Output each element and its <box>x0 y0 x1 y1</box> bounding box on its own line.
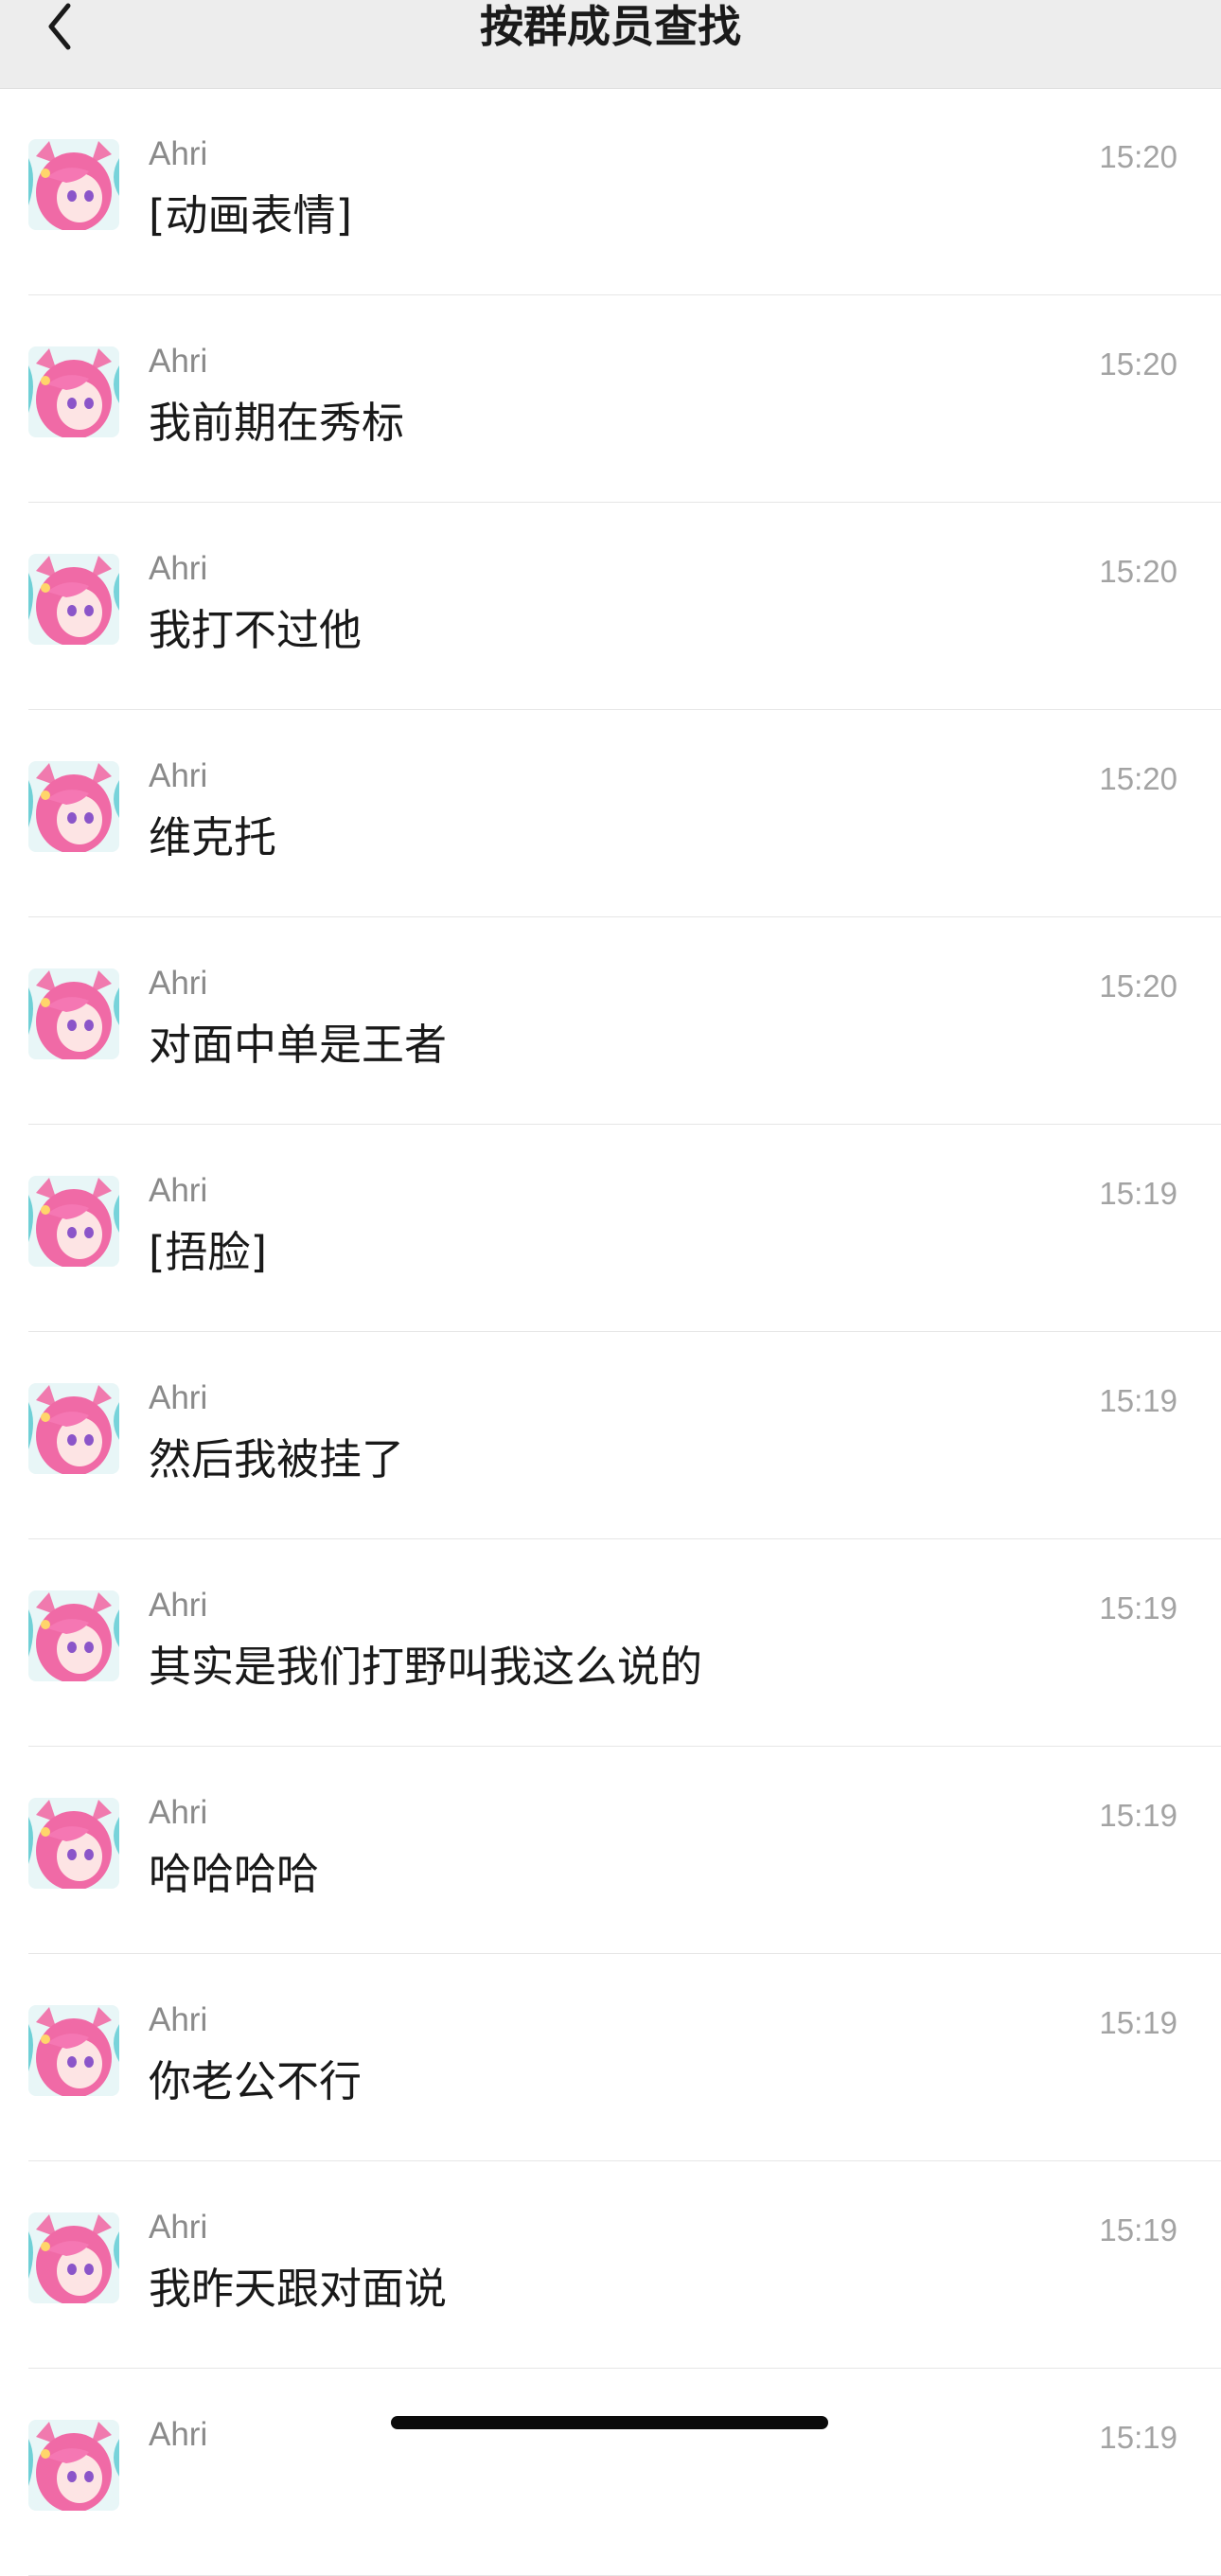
message-row[interactable]: Ahri 维克托 15:20 <box>0 710 1221 917</box>
avatar[interactable] <box>28 139 119 230</box>
message-text: [捂脸] <box>149 1227 268 1277</box>
message-text: 哈哈哈哈 <box>149 1849 320 1899</box>
sender-name: Ahri <box>149 1172 208 1209</box>
message-time: 15:19 <box>1099 2420 1177 2455</box>
message-text: 我打不过他 <box>149 605 363 655</box>
avatar[interactable] <box>28 554 119 645</box>
avatar[interactable] <box>28 1590 119 1681</box>
avatar[interactable] <box>28 1383 119 1474</box>
sender-name: Ahri <box>149 2001 208 2038</box>
message-row[interactable]: Ahri 你老公不行 15:19 <box>0 1954 1221 2161</box>
page-title: 按群成员查找 <box>480 1 741 52</box>
message-time: 15:19 <box>1099 1798 1177 1833</box>
message-time: 15:20 <box>1099 139 1177 174</box>
avatar[interactable] <box>28 761 119 852</box>
sender-name: Ahri <box>149 2416 208 2453</box>
message-time: 15:20 <box>1099 761 1177 796</box>
message-row[interactable]: Ahri 其实是我们打野叫我这么说的 15:19 <box>0 1539 1221 1747</box>
message-time: 15:20 <box>1099 968 1177 1004</box>
sender-name: Ahri <box>149 1794 208 1831</box>
message-list: Ahri [动画表情] 15:20 Ahri 我前期在秀标 15:20 Ahri… <box>0 88 1221 2576</box>
message-row[interactable]: Ahri 15:19 <box>0 2369 1221 2576</box>
sender-name: Ahri <box>149 2209 208 2246</box>
avatar[interactable] <box>28 1798 119 1889</box>
message-row[interactable]: Ahri [捂脸] 15:19 <box>0 1125 1221 1332</box>
message-time: 15:19 <box>1099 1176 1177 1211</box>
sender-name: Ahri <box>149 550 208 587</box>
navigation-bar: 按群成员查找 <box>0 0 1221 89</box>
message-row[interactable]: Ahri 然后我被挂了 15:19 <box>0 1332 1221 1539</box>
message-text: 我前期在秀标 <box>149 398 405 448</box>
sender-name: Ahri <box>149 1379 208 1416</box>
message-text: [动画表情] <box>149 190 353 240</box>
message-text: 维克托 <box>149 812 277 862</box>
message-time: 15:20 <box>1099 346 1177 382</box>
message-time: 15:19 <box>1099 1383 1177 1418</box>
avatar[interactable] <box>28 2005 119 2096</box>
avatar[interactable] <box>28 2420 119 2511</box>
sender-name: Ahri <box>149 757 208 794</box>
message-row[interactable]: Ahri [动画表情] 15:20 <box>0 88 1221 295</box>
message-time: 15:19 <box>1099 1590 1177 1626</box>
message-time: 15:20 <box>1099 554 1177 589</box>
message-text: 你老公不行 <box>149 2056 363 2106</box>
message-text: 我昨天跟对面说 <box>149 2264 448 2314</box>
message-row[interactable]: Ahri 我打不过他 15:20 <box>0 503 1221 710</box>
sender-name: Ahri <box>149 135 208 172</box>
avatar[interactable] <box>28 2212 119 2303</box>
message-time: 15:19 <box>1099 2005 1177 2040</box>
sender-name: Ahri <box>149 1587 208 1624</box>
avatar[interactable] <box>28 346 119 437</box>
message-row[interactable]: Ahri 我昨天跟对面说 15:19 <box>0 2161 1221 2369</box>
message-text: 然后我被挂了 <box>149 1434 405 1484</box>
message-time: 15:19 <box>1099 2212 1177 2247</box>
message-text: 对面中单是王者 <box>149 1020 448 1070</box>
message-row[interactable]: Ahri 对面中单是王者 15:20 <box>0 917 1221 1125</box>
avatar[interactable] <box>28 968 119 1059</box>
sender-name: Ahri <box>149 965 208 1002</box>
message-row[interactable]: Ahri 我前期在秀标 15:20 <box>0 295 1221 503</box>
message-text: 其实是我们打野叫我这么说的 <box>149 1642 703 1692</box>
message-row[interactable]: Ahri 哈哈哈哈 15:19 <box>0 1747 1221 1954</box>
avatar[interactable] <box>28 1176 119 1267</box>
home-indicator <box>391 2416 828 2429</box>
sender-name: Ahri <box>149 343 208 380</box>
